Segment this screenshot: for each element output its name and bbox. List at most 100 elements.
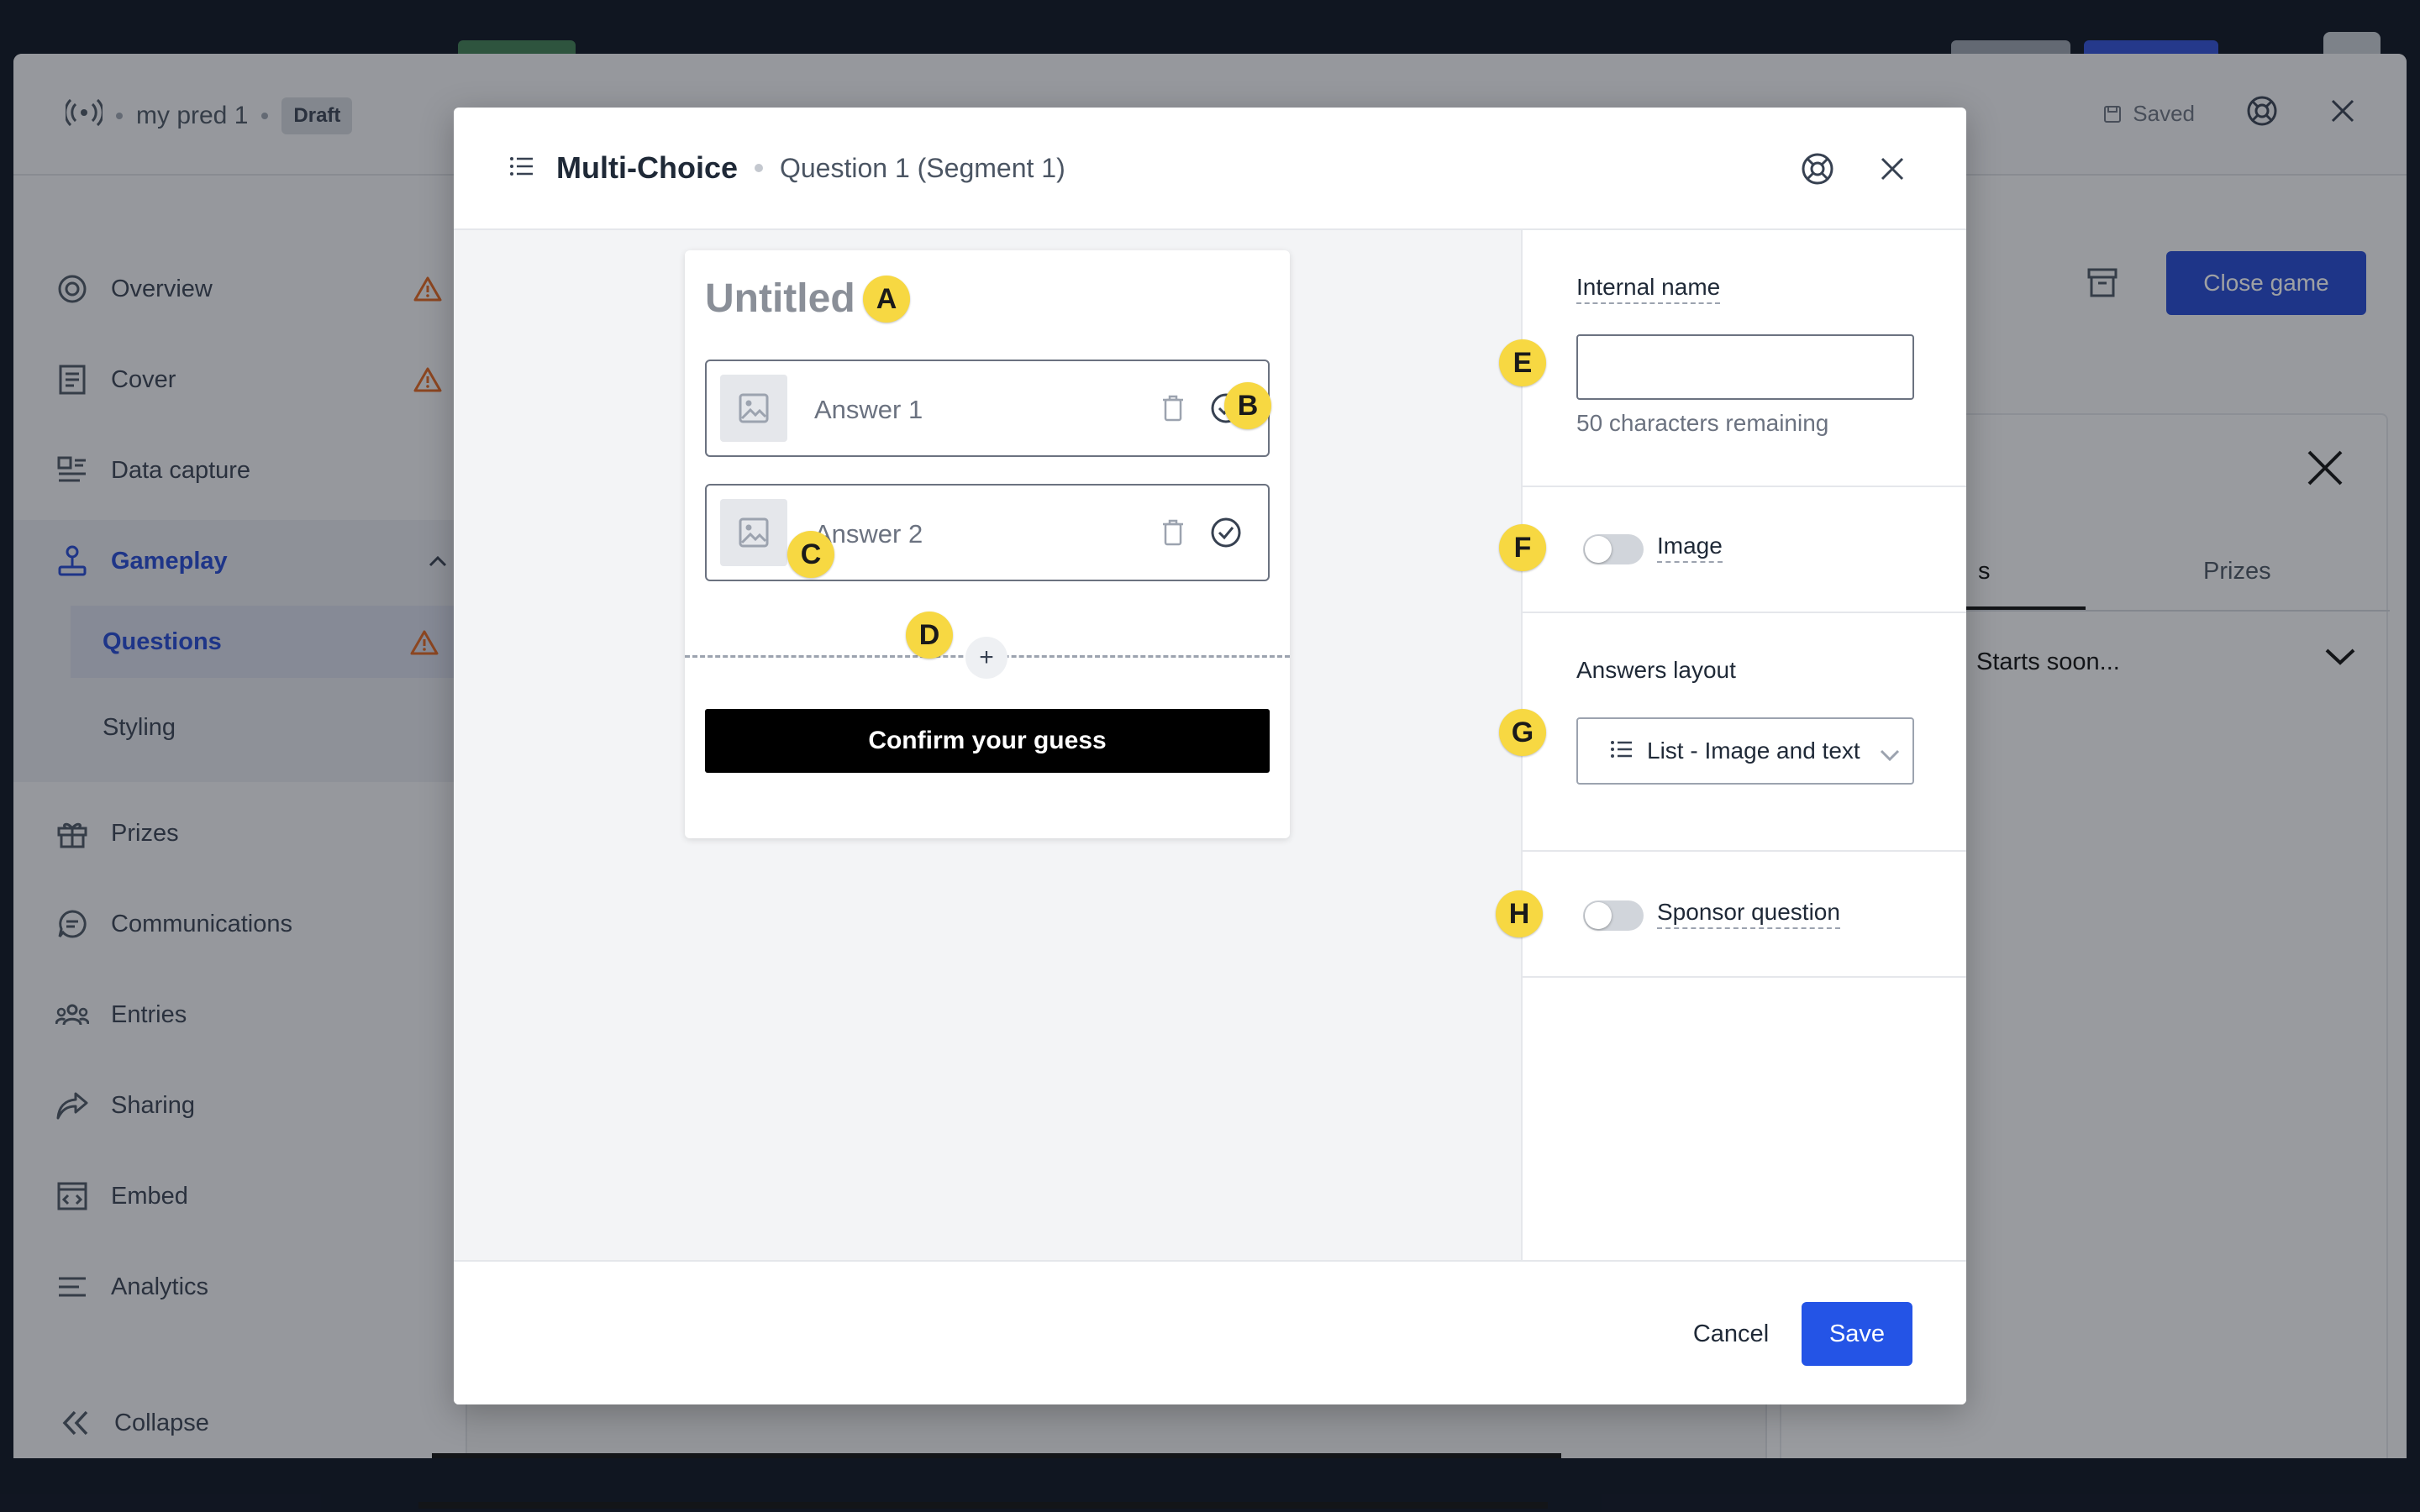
answer-label[interactable]: Answer 1 [814,395,923,425]
sidebar-item-label: Entries [111,1000,187,1028]
sidebar-item-entries[interactable]: Entries [13,977,467,1053]
answers-layout-select[interactable]: List - Image and text [1576,717,1914,785]
sidebar-item-overview[interactable]: Overview [13,251,467,327]
image-placeholder-icon[interactable] [720,375,787,442]
marker-g: G [1499,709,1546,756]
trash-icon[interactable] [1160,393,1186,428]
chevrons-left-icon [59,1406,92,1440]
close-icon[interactable] [1879,155,1906,186]
close-game-button[interactable]: Close game [2166,251,2366,315]
breadcrumb-separator [261,113,269,119]
confirm-label: Confirm your guess [868,727,1107,754]
sidebar-subitem-styling[interactable]: Styling [71,691,467,764]
divider-bar [432,1453,1561,1458]
toggle-knob [1585,536,1612,563]
sidebar-subitem-label: Styling [103,713,176,741]
marker-e: E [1499,339,1546,386]
tab-partial[interactable]: s [1978,558,1991,585]
multi-choice-modal: Multi-Choice Question 1 (Segment 1) Unti… [454,108,1966,1404]
save-button[interactable]: Save [1802,1302,1912,1366]
chevron-down-icon [1879,743,1901,769]
target-icon [55,272,89,306]
sidebar-item-gameplay[interactable]: Gameplay [13,523,467,599]
sidebar-item-embed[interactable]: Embed [13,1158,467,1234]
warning-icon [410,629,439,663]
trash-icon[interactable] [1160,517,1186,552]
close-icon[interactable] [2329,97,2356,130]
joystick-icon [55,544,89,578]
add-answer-button[interactable]: + [965,637,1007,679]
sidebar: Overview Cover Data capture Gameplay Que… [13,176,467,1458]
breadcrumb: my pred 1 Draft [64,96,353,136]
avatar[interactable] [2323,32,2381,55]
chat-icon [55,907,89,941]
sidebar-item-label: Overview [111,275,213,302]
divider-bar [418,1502,1548,1509]
chevron-up-icon[interactable] [427,549,449,576]
internal-name-label: Internal name [1576,274,1721,304]
internal-name-section: Internal name 50 characters remaining E [1499,230,1966,487]
help-icon[interactable] [2245,94,2279,134]
sidebar-subitem-questions[interactable]: Questions [71,606,467,678]
help-icon[interactable] [1800,151,1835,191]
list-icon [1610,738,1634,764]
settings-panel: Internal name 50 characters remaining E … [1496,230,1966,1260]
collapse-button[interactable]: Collapse [13,1385,467,1458]
save-icon [2104,105,2122,123]
share-icon [55,1089,89,1122]
sidebar-item-sharing[interactable]: Sharing [13,1068,467,1143]
sidebar-item-analytics[interactable]: Analytics [13,1249,467,1325]
image-toggle[interactable] [1583,534,1644,564]
archive-icon[interactable] [2086,265,2119,303]
sidebar-item-prizes[interactable]: Prizes [13,795,467,871]
marker-c: C [787,531,834,578]
sidebar-item-data-capture[interactable]: Data capture [13,433,467,508]
marker-f: F [1499,524,1546,571]
warning-icon [413,276,442,309]
tab-prizes[interactable]: Prizes [2203,558,2271,585]
answer-option[interactable]: Answer 2 [705,484,1270,581]
close-icon[interactable] [2306,449,2344,491]
sidebar-item-label: Embed [111,1182,188,1210]
marker-a: A [863,276,910,323]
sidebar-item-cover[interactable]: Cover [13,342,467,417]
warning-icon [413,366,442,400]
question-preview: Untitled A Answer 1 B Answer 2 + C Confi… [685,250,1290,838]
marker-b: B [1224,382,1271,429]
modal-body: Untitled A Answer 1 B Answer 2 + C Confi… [454,230,1966,1260]
game-name[interactable]: my pred 1 [136,102,248,130]
saved-label: Saved [2133,101,2195,126]
answer-option[interactable]: Answer 1 [705,360,1270,457]
sidebar-item-label: Analytics [111,1273,209,1300]
document-icon [55,363,89,396]
sidebar-item-label: Sharing [111,1091,195,1119]
modal-header-actions [1800,151,1906,191]
answers-layout-label: Answers layout [1576,657,1736,683]
sidebar-subitem-label: Questions [103,627,222,655]
check-circle-icon[interactable] [1209,516,1243,554]
sidebar-item-label: Cover [111,365,176,393]
internal-name-input[interactable] [1576,334,1914,400]
toggle-knob [1585,902,1612,929]
list-icon [509,155,534,181]
sidebar-item-label: Communications [111,910,292,937]
form-icon [55,454,89,487]
preview-canvas: Untitled A Answer 1 B Answer 2 + C Confi… [454,230,1521,1260]
modal-header: Multi-Choice Question 1 (Segment 1) [454,108,1966,230]
gameplay-section: Gameplay Questions Styling [13,520,467,782]
sponsor-toggle[interactable] [1583,900,1644,931]
sidebar-item-communications[interactable]: Communications [13,886,467,962]
sidebar-item-label: Gameplay [111,547,228,575]
question-title[interactable]: Untitled [705,276,855,322]
collapse-label: Collapse [114,1409,209,1436]
image-placeholder-icon[interactable] [720,499,787,566]
chevron-down-icon[interactable] [2323,643,2358,673]
confirm-guess-button[interactable]: Confirm your guess [705,709,1270,773]
users-icon [55,998,89,1032]
modal-subtitle: Question 1 (Segment 1) [779,152,1065,183]
image-section: Image F [1499,487,1966,613]
answers-layout-value: List - Image and text [1647,738,1860,764]
cancel-button[interactable]: Cancel [1664,1302,1798,1366]
status-text: Starts soon... [1976,648,2120,675]
modal-footer: Cancel Save [454,1260,1966,1404]
